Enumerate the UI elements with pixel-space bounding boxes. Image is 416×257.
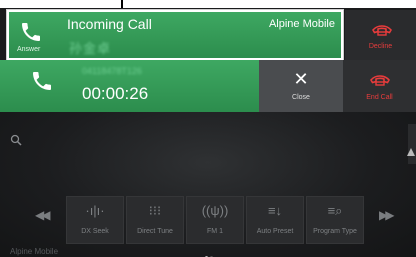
program-type-button[interactable]: ≡⌕ Program Type [306, 196, 364, 244]
call-source-device: Alpine Mobile [268, 18, 335, 30]
decline-button[interactable]: Decline [345, 10, 416, 60]
dx-seek-label: DX Seek [81, 228, 109, 235]
direct-tune-label: Direct Tune [137, 228, 173, 235]
hang-up-icon [370, 75, 390, 86]
page-indicator [204, 246, 214, 257]
auto-preset-label: Auto Preset [256, 228, 294, 235]
phone-icon [33, 72, 51, 90]
auto-preset-button[interactable]: ≡↓ Auto Preset [246, 196, 304, 244]
active-call-bar: 04118478T126 00:00:26 [0, 60, 259, 112]
incoming-call-banner[interactable]: Answer Incoming Call 孙金卓 Alpine Mobile [6, 9, 344, 61]
fm-antenna-icon: ((ψ)) [201, 203, 229, 218]
hang-up-icon [372, 25, 392, 36]
close-icon: ✕ [293, 69, 309, 89]
auto-preset-icon: ≡↓ [267, 203, 283, 218]
radio-function-bar: ·ı|ı· DX Seek ⁝⁝⁝ Direct Tune ((ψ)) FM 1… [66, 196, 366, 244]
decline-label: Decline [368, 43, 393, 50]
end-call-button[interactable]: End Call [343, 60, 416, 112]
call-duration: 00:00:26 [82, 84, 149, 103]
device-name-label: Alpine Mobile [10, 247, 59, 256]
program-type-icon: ≡⌕ [327, 203, 343, 218]
end-call-label: End Call [366, 94, 393, 101]
answer-label: Answer [17, 46, 41, 53]
incoming-call-title: Incoming Call [67, 16, 152, 32]
side-panel-tab[interactable] [407, 124, 416, 164]
seek-forward-icon[interactable]: ▶▶ [379, 208, 395, 222]
close-label: Close [292, 94, 310, 101]
fm-band-button[interactable]: ((ψ)) FM 1 [186, 196, 244, 244]
phone-answer-icon[interactable] [19, 20, 43, 44]
direct-tune-icon: ⁝⁝⁝ [148, 203, 162, 218]
caller-name: 孙金卓 [69, 41, 112, 56]
seek-back-icon[interactable]: ◀◀ [35, 208, 51, 222]
dx-seek-button[interactable]: ·ı|ı· DX Seek [66, 196, 124, 244]
radio-screen: ◀◀ ▶▶ ·ı|ı· DX Seek ⁝⁝⁝ Direct Tune ((ψ)… [0, 112, 416, 257]
program-type-label: Program Type [313, 228, 357, 235]
head-unit-screen: Answer Incoming Call 孙金卓 Alpine Mobile D… [0, 8, 416, 257]
dx-seek-icon: ·ı|ı· [85, 203, 105, 218]
direct-tune-button[interactable]: ⁝⁝⁝ Direct Tune [126, 196, 184, 244]
search-icon[interactable] [10, 134, 22, 146]
close-button[interactable]: ✕ Close [259, 60, 343, 112]
active-call-number: 04118478T126 [82, 66, 142, 76]
expand-arrow-icon [407, 148, 415, 156]
fm-band-label: FM 1 [207, 228, 223, 235]
